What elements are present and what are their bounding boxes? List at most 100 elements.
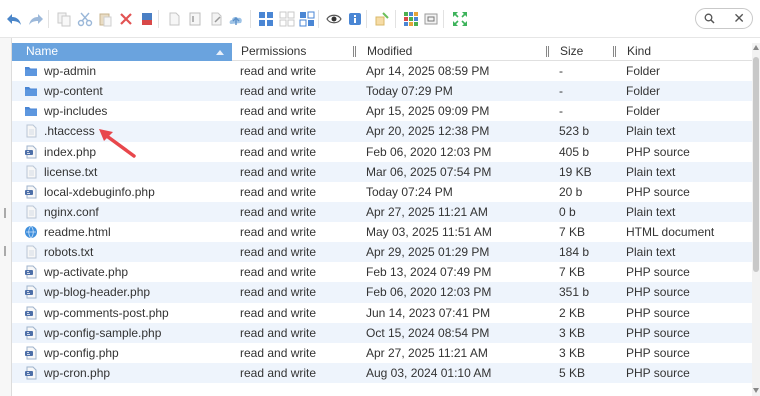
resize-grip[interactable] xyxy=(4,208,6,218)
column-resize-handle[interactable] xyxy=(613,46,616,57)
file-permissions: read and write xyxy=(240,345,317,360)
file-size: 7 KB xyxy=(559,265,586,280)
file-modified: Today 07:24 PM xyxy=(366,184,453,199)
extract-icon[interactable] xyxy=(372,9,392,29)
clear-icon[interactable]: ✕ xyxy=(733,11,745,26)
file-name: license.txt xyxy=(44,164,98,179)
file-modified: Apr 14, 2025 08:59 PM xyxy=(366,64,490,78)
column-header-modified[interactable]: Modified xyxy=(364,43,544,61)
file-kind: PHP source xyxy=(626,285,690,300)
file-permissions: read and write xyxy=(240,124,317,139)
resize-grip[interactable] xyxy=(4,246,6,256)
search-field[interactable]: ✕ xyxy=(695,8,753,29)
copy-icon[interactable] xyxy=(54,9,74,29)
column-header-permissions[interactable]: Permissions xyxy=(238,43,358,61)
file-name: wp-cron.php xyxy=(44,365,111,380)
edit-icon[interactable] xyxy=(206,9,226,29)
table-row[interactable]: wp-comments-post.php read and write Jun 14… xyxy=(12,303,752,323)
file-size: 7 KB xyxy=(559,225,586,239)
column-resize-handle[interactable] xyxy=(546,46,549,57)
file-modified: Apr 29, 2025 01:29 PM xyxy=(366,245,490,260)
column-header-size[interactable]: Size xyxy=(557,43,612,61)
back-icon[interactable] xyxy=(4,9,24,29)
table-row[interactable]: wp-includes read and write Apr 15, 2025 09… xyxy=(12,101,752,121)
file-name: index.php xyxy=(44,144,97,159)
table-row[interactable]: wp-admin read and write Apr 14, 2025 08:59… xyxy=(12,61,752,81)
column-resize-handle[interactable] xyxy=(353,46,356,57)
file-permissions: read and write xyxy=(240,84,317,99)
file-permissions: read and write xyxy=(240,325,317,340)
file-modified: Feb 06, 2020 12:03 PM xyxy=(366,285,492,300)
view-list-icon[interactable] xyxy=(277,9,297,29)
toolbar-separator xyxy=(366,10,367,28)
file-kind: PHP source xyxy=(626,144,690,159)
table-row[interactable]: wp-cron.php read and write Aug 03, 2024 01… xyxy=(12,362,752,383)
column-header-name[interactable]: Name xyxy=(12,43,232,61)
vertical-scrollbar[interactable] xyxy=(752,43,760,396)
file-size: 20 b xyxy=(559,184,583,199)
html-file-icon xyxy=(24,225,38,239)
file-permissions: read and write xyxy=(240,164,317,179)
file-kind: PHP source xyxy=(626,265,690,280)
table-row[interactable]: wp-config.php read and write Apr 27, 2025 … xyxy=(12,343,752,363)
upload-icon[interactable] xyxy=(226,9,246,29)
table-row[interactable]: local-xdebuginfo.php read and write Today … xyxy=(12,182,752,202)
file-kind: Plain text xyxy=(626,124,676,139)
file-modified: Apr 15, 2025 09:09 PM xyxy=(366,104,490,119)
paste-icon[interactable] xyxy=(95,9,115,29)
file-kind: PHP source xyxy=(626,345,690,360)
file-kind: PHP source xyxy=(626,325,690,340)
file-permissions: read and write xyxy=(240,104,317,119)
table-row[interactable]: wp-config-sample.php read and write Oct 15… xyxy=(12,322,752,343)
table-row[interactable]: robots.txt read and write Apr 29, 2025 01:… xyxy=(12,242,752,263)
file-name: wp-admin xyxy=(44,64,97,78)
file-name: local-xdebuginfo.php xyxy=(44,184,155,199)
table-row[interactable]: wp-blog-header.php read and write Feb 06, … xyxy=(12,282,752,303)
forward-icon[interactable] xyxy=(26,9,46,29)
folder-icon xyxy=(24,104,38,118)
column-header-kind[interactable]: Kind xyxy=(624,43,744,61)
left-panel-edge[interactable] xyxy=(0,38,12,396)
view-icons-icon[interactable] xyxy=(256,9,276,29)
file-name: .htaccess xyxy=(44,124,95,139)
file-permissions: read and write xyxy=(240,305,317,320)
cut-icon[interactable] xyxy=(75,9,95,29)
toolbar-separator xyxy=(443,10,444,28)
archive-icon[interactable] xyxy=(137,9,157,29)
folder-icon xyxy=(24,64,38,78)
file-permissions: read and write xyxy=(240,365,317,380)
scroll-down-icon[interactable] xyxy=(753,388,759,393)
properties-icon[interactable] xyxy=(421,9,441,29)
file-size: 3 KB xyxy=(559,345,586,360)
table-row[interactable]: wp-activate.php read and write Feb 13, 202… xyxy=(12,262,752,282)
column-label: Name xyxy=(26,44,59,58)
scroll-up-icon[interactable] xyxy=(753,45,759,50)
file-modified: Today 07:29 PM xyxy=(366,84,453,99)
delete-icon[interactable] xyxy=(116,9,136,29)
fullscreen-icon[interactable] xyxy=(450,9,470,29)
table-row[interactable]: wp-content read and write Today 07:29 PM - F… xyxy=(12,81,752,102)
column-label: Permissions xyxy=(241,44,307,58)
php-file-icon xyxy=(24,145,38,159)
table-row[interactable]: license.txt read and write Mar 06, 2025 07… xyxy=(12,161,752,182)
file-name: readme.html xyxy=(44,225,111,239)
file-size: - xyxy=(559,84,563,99)
scrollbar-thumb[interactable] xyxy=(753,57,759,272)
table-row[interactable]: nginx.conf read and write Apr 27, 2025 11:… xyxy=(12,201,752,222)
table-row[interactable]: readme.html read and write May 03, 2025 11… xyxy=(12,222,752,242)
file-kind: PHP source xyxy=(626,365,690,380)
file-list: Name Permissions Modified Size Kind wp-a… xyxy=(12,43,752,396)
file-name: nginx.conf xyxy=(44,204,99,219)
file-name: wp-content xyxy=(44,84,103,99)
rename-icon[interactable] xyxy=(185,9,205,29)
view-columns-icon[interactable] xyxy=(297,9,317,29)
text-file-icon xyxy=(24,165,38,179)
select-all-icon[interactable] xyxy=(401,9,421,29)
preview-icon[interactable] xyxy=(324,9,344,29)
file-size: 405 b xyxy=(559,144,590,159)
info-icon[interactable] xyxy=(345,9,365,29)
file-modified: Apr 27, 2025 11:21 AM xyxy=(366,204,488,219)
file-permissions: read and write xyxy=(240,144,317,159)
file-kind: Folder xyxy=(626,84,661,99)
new-file-icon[interactable] xyxy=(164,9,184,29)
